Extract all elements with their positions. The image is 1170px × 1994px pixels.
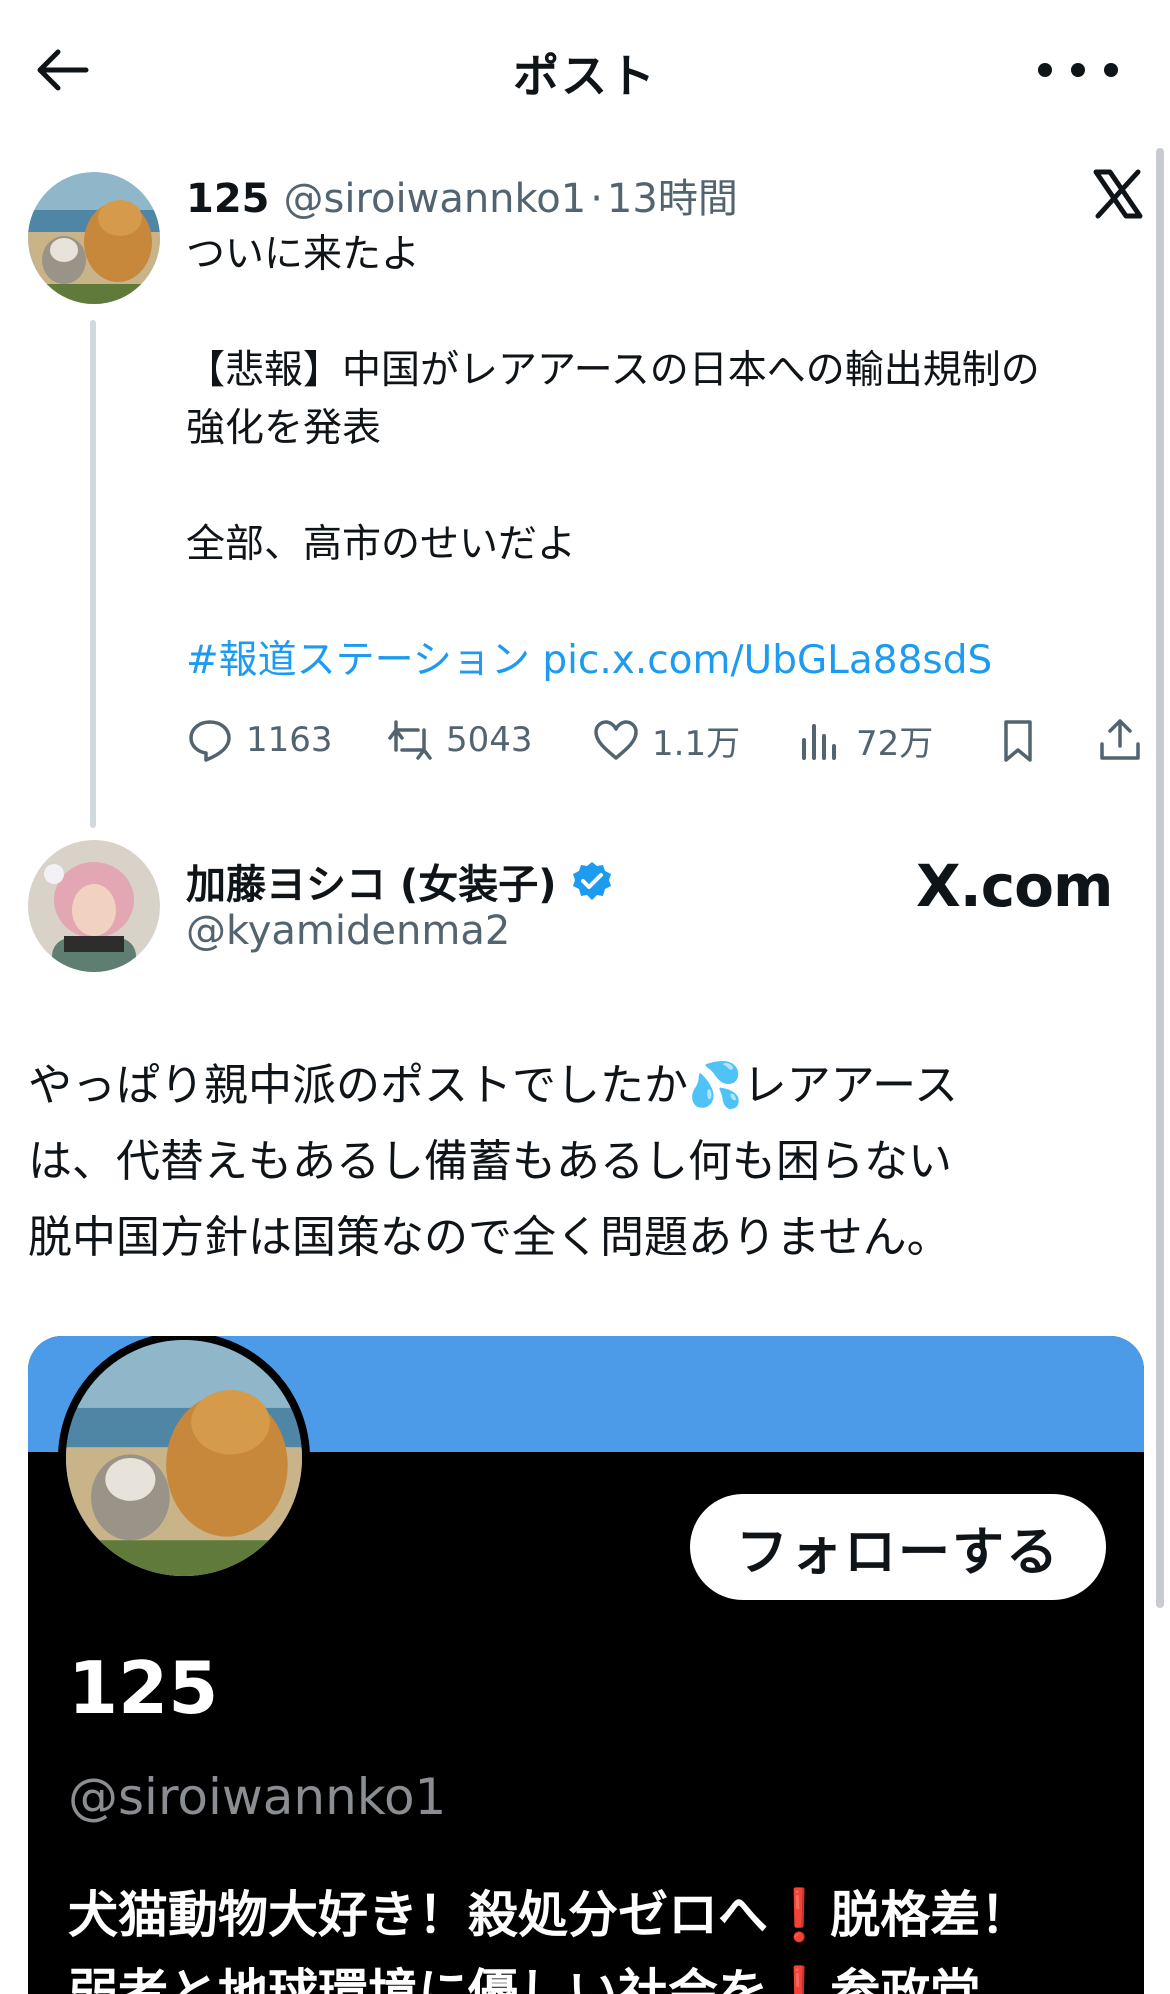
page-title: ポスト bbox=[513, 49, 657, 103]
post-line: は、代替えもあるし備蓄もあるし何も困らない bbox=[28, 1136, 952, 1187]
share-button[interactable] bbox=[1096, 712, 1144, 768]
repost-button[interactable]: 5043 bbox=[386, 712, 533, 768]
profile-name: 125 bbox=[68, 1646, 219, 1730]
post-text: ついに来たよ 【悲報】中国がレアアースの日本への輸出規制の 強化を発表 全部、高… bbox=[186, 226, 1136, 690]
post-line: 全部、高市のせいだよ bbox=[186, 522, 577, 567]
post-line: やっぱり親中派のポストでしたか💦レアアース bbox=[28, 1060, 958, 1111]
post-actions: 1163 5043 1.1万 72万 bbox=[186, 712, 1146, 768]
quote-author: 加藤ヨシコ (女装子) bbox=[186, 852, 613, 910]
like-count: 1.1万 bbox=[652, 723, 741, 764]
source-label: X.com bbox=[916, 852, 1113, 920]
quote-post-text: やっぱり親中派のポストでしたか💦レアアース は、代替えもあるし備蓄もあるし何も困… bbox=[28, 1048, 1138, 1276]
bookmark-icon bbox=[1004, 720, 1032, 762]
post-line: ついに来たよ bbox=[186, 232, 421, 277]
post-blank-line bbox=[186, 284, 1136, 342]
post-header: 125 @siroiwannko1 · 13時間 bbox=[186, 166, 1136, 224]
share-icon bbox=[1100, 719, 1140, 760]
like-button[interactable]: 1.1万 bbox=[592, 712, 740, 768]
bookmark-button[interactable] bbox=[994, 712, 1042, 768]
scrollbar[interactable] bbox=[1156, 148, 1164, 1608]
avatar[interactable] bbox=[28, 172, 160, 304]
repost-count: 5043 bbox=[446, 720, 533, 760]
views-button[interactable]: 72万 bbox=[796, 712, 933, 768]
profile-avatar[interactable] bbox=[58, 1336, 310, 1584]
pic-link[interactable]: pic.x.com/UbGLa88sdS bbox=[542, 638, 992, 683]
post-line: 脱中国方針は国策なので全く問題ありません。 bbox=[28, 1212, 951, 1263]
profile-card[interactable]: フォローする 125 @siroiwannko1 犬猫動物大好き！殺処分ゼロへ❗… bbox=[28, 1336, 1144, 1994]
author-name[interactable]: 加藤ヨシコ (女装子) bbox=[186, 852, 557, 910]
exclamation-icon: ❗ bbox=[768, 1886, 831, 1944]
reply-button[interactable]: 1163 bbox=[186, 712, 333, 768]
thread-line bbox=[90, 320, 96, 828]
bar-chart-icon bbox=[802, 724, 836, 760]
more-options-icon[interactable] bbox=[1038, 52, 1118, 88]
avatar[interactable] bbox=[28, 840, 160, 972]
heart-icon bbox=[594, 720, 638, 760]
hashtag-link[interactable]: #報道ステーション bbox=[186, 638, 530, 683]
author-name[interactable]: 125 bbox=[186, 176, 270, 222]
post-blank-line bbox=[186, 574, 1136, 632]
repost-icon bbox=[388, 720, 432, 760]
separator: · bbox=[590, 176, 603, 222]
post-line: 強化を発表 bbox=[186, 406, 382, 451]
bio-text: 脱格差！ bbox=[830, 1886, 1031, 1944]
profile-handle: @siroiwannko1 bbox=[68, 1768, 447, 1826]
bio-text: 犬猫動物大好き！殺処分ゼロへ bbox=[68, 1886, 768, 1944]
view-count: 72万 bbox=[856, 723, 934, 764]
author-handle[interactable]: @kyamidenma2 bbox=[186, 908, 510, 954]
post-line: 【悲報】中国がレアアースの日本への輸出規制の bbox=[186, 348, 1040, 393]
post-blank-line bbox=[186, 458, 1136, 516]
reply-icon bbox=[189, 720, 231, 762]
author-handle[interactable]: @siroiwannko1 bbox=[284, 176, 587, 222]
exclamation-icon: ❗ bbox=[768, 1964, 831, 1994]
verified-badge-icon bbox=[572, 862, 611, 900]
follow-button[interactable]: フォローする bbox=[690, 1494, 1106, 1600]
reply-count: 1163 bbox=[246, 720, 333, 760]
x-logo-icon bbox=[1090, 166, 1146, 222]
bio-text: 弱者と地球環境に優しい社会を bbox=[68, 1964, 768, 1994]
profile-bio: 犬猫動物大好き！殺処分ゼロへ❗脱格差！ 弱者と地球環境に優しい社会を❗参政党、 bbox=[68, 1876, 1128, 1994]
post-time[interactable]: 13時間 bbox=[607, 166, 738, 224]
bio-text: 参政党、 bbox=[830, 1964, 1031, 1994]
top-bar: ポスト bbox=[0, 0, 1170, 140]
